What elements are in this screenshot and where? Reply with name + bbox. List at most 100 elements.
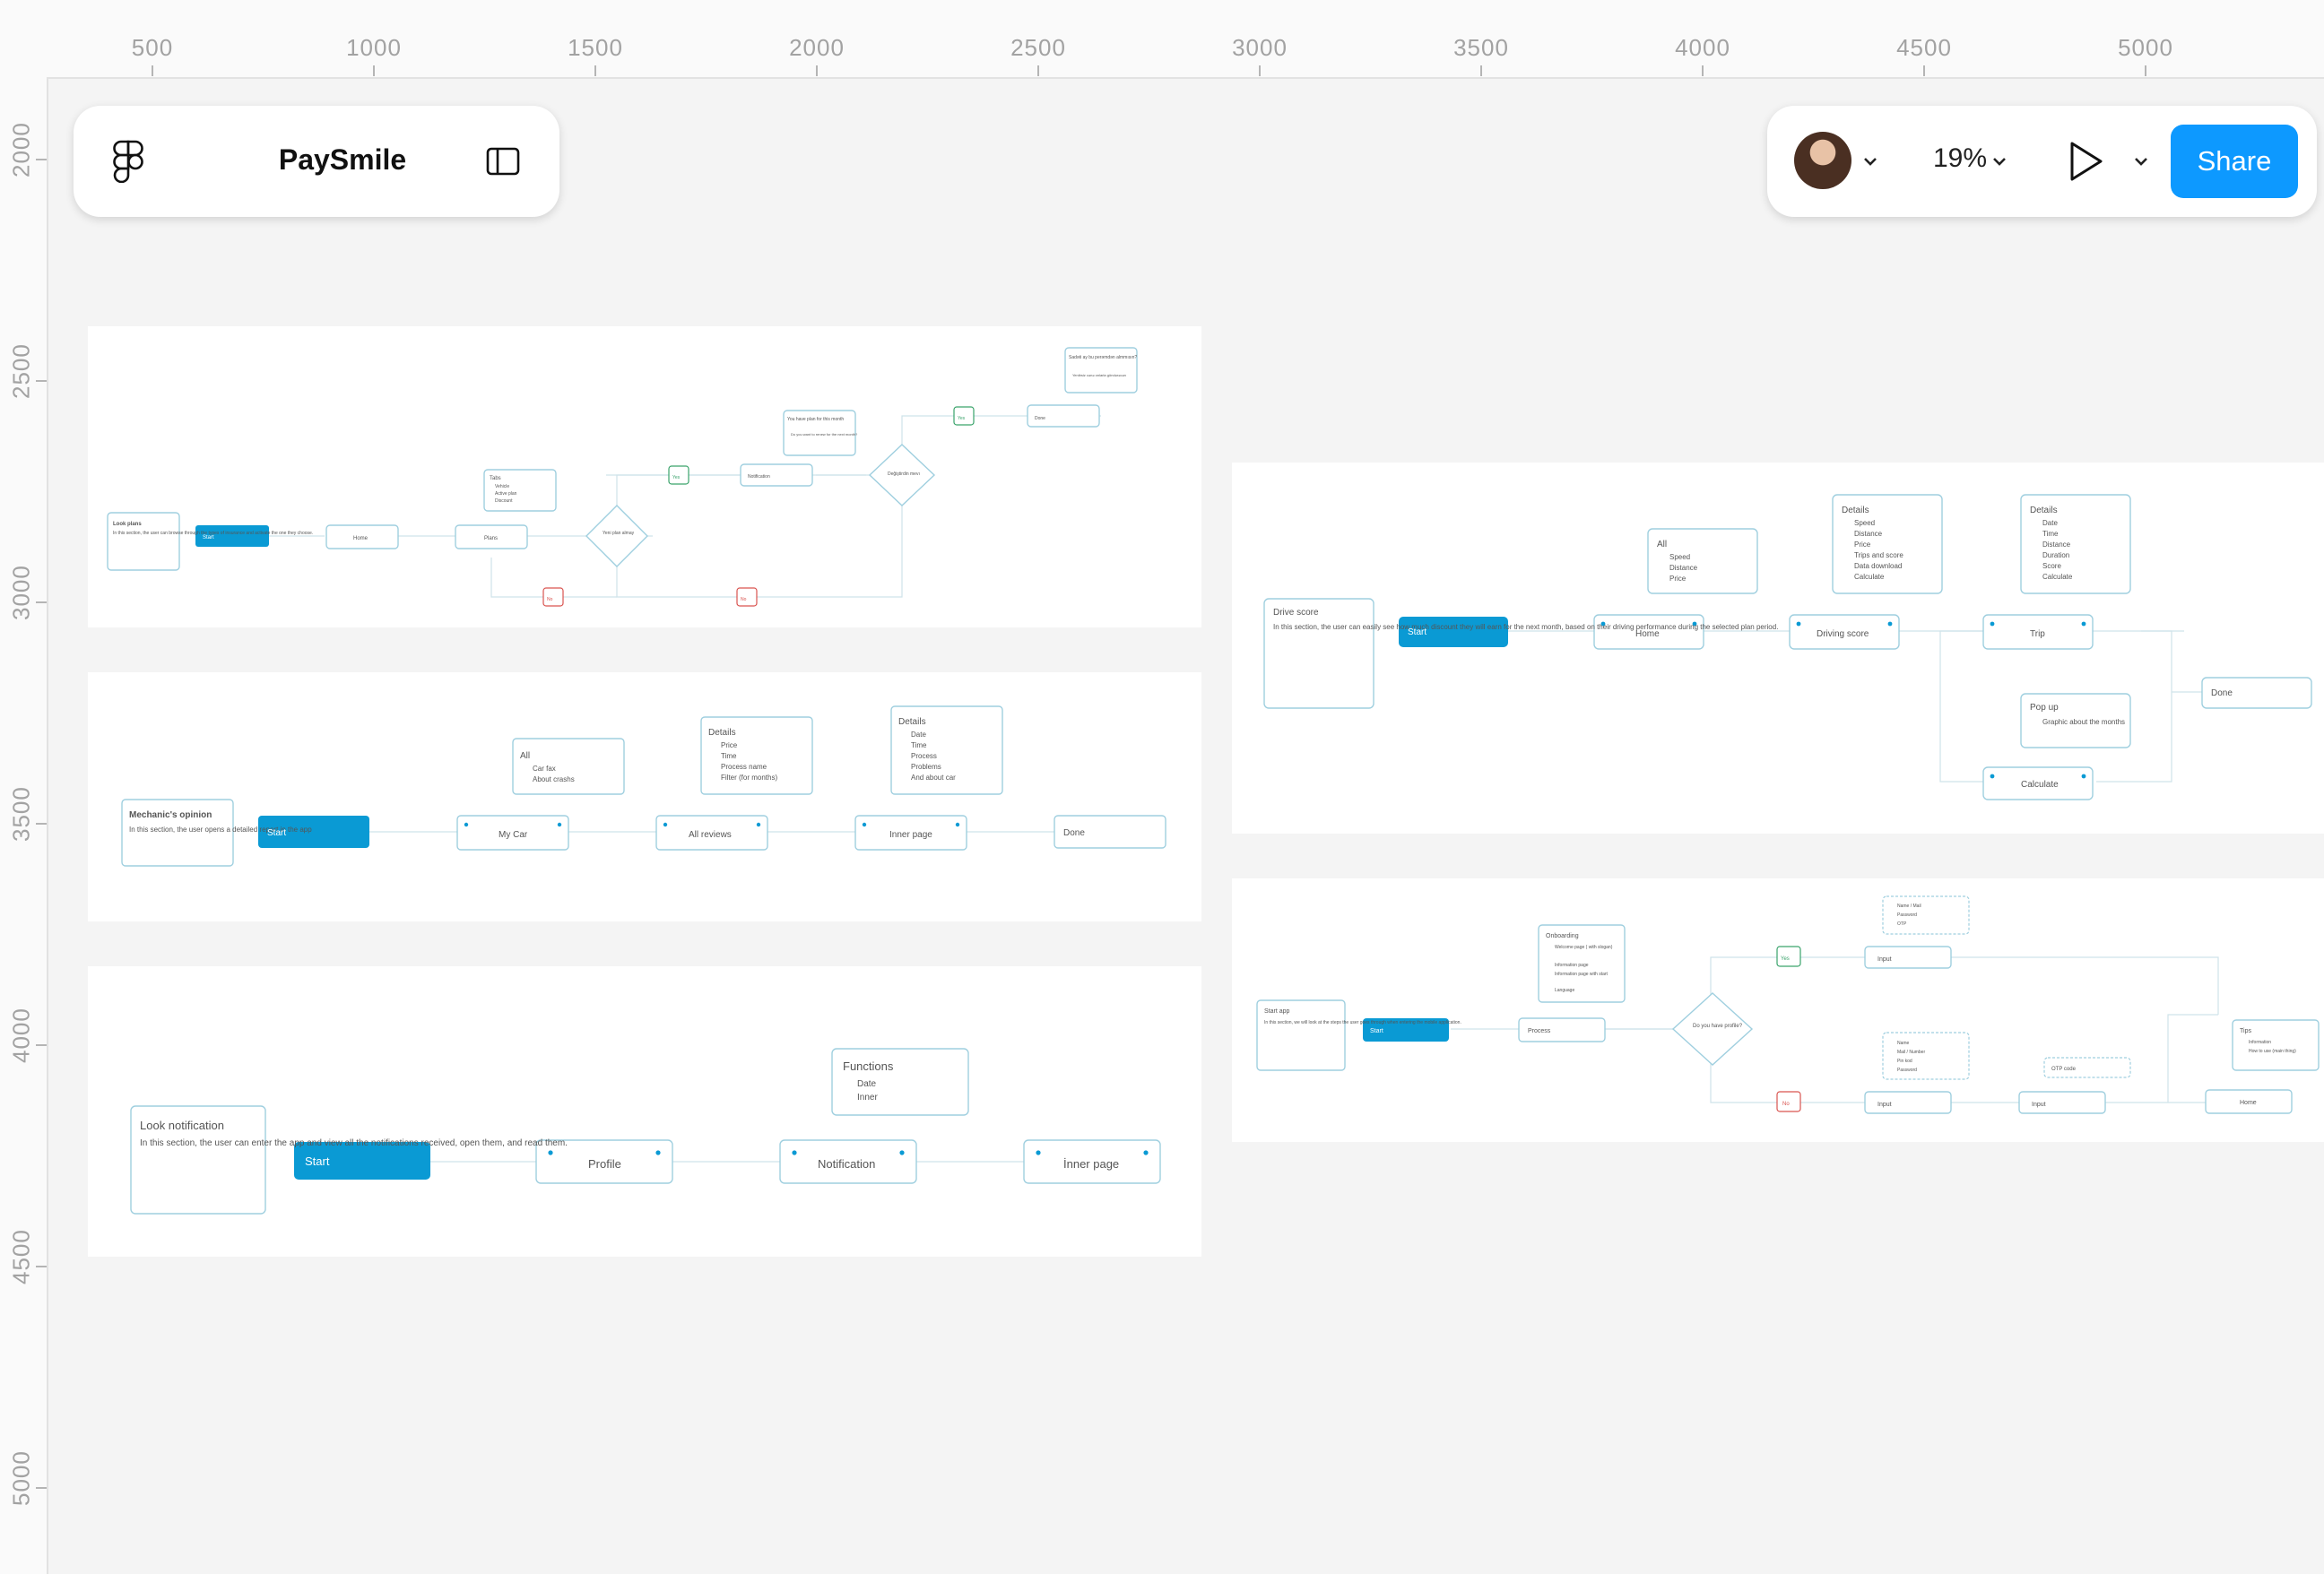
startapp-home[interactable]: Home <box>2240 1100 2257 1106</box>
startapp-input-1[interactable]: Input <box>1877 956 1892 963</box>
drive-home[interactable]: Home <box>1635 629 1660 639</box>
plans-done[interactable]: Done <box>1035 416 1045 421</box>
frame-look-notification[interactable]: Look notification In this section, the u… <box>88 966 1201 1257</box>
startapp-note-title: Start app <box>1264 1008 1290 1015</box>
file-name[interactable]: PaySmile <box>253 143 432 177</box>
plans-yes-1: Yes <box>672 475 681 480</box>
drive-details2-item: Date <box>2042 519 2058 527</box>
zoom-level[interactable]: 19% <box>1933 143 1987 174</box>
mech-all-item: Car fax <box>533 765 556 773</box>
notif-note-text: In this section, the user can enter the … <box>140 1138 568 1148</box>
drive-start[interactable]: Start <box>1408 627 1426 637</box>
drive-done[interactable]: Done <box>2211 688 2233 698</box>
ruler-x-tick: 2500 <box>976 0 1101 76</box>
notif-note-title: Look notification <box>140 1119 224 1132</box>
drive-driving-score[interactable]: Driving score <box>1817 629 1869 639</box>
drive-note-title: Drive score <box>1273 608 1319 618</box>
frame-mechanic-opinion[interactable]: Mechanic's opinion In this section, the … <box>88 672 1201 921</box>
drive-all-item: Price <box>1669 575 1687 583</box>
notif-functions-title: Functions <box>843 1059 894 1073</box>
drive-popup-item: Graphic about the months <box>2042 718 2125 726</box>
share-toolbar: 19% Share <box>1767 106 2317 217</box>
frame-drive-score[interactable]: Drive score In this section, the user ca… <box>1232 463 2324 834</box>
drive-details1-item: Data download <box>1854 562 1902 570</box>
plans-decision-1: Yeni plan almay <box>603 531 635 536</box>
mech-done[interactable]: Done <box>1063 828 1085 838</box>
chevron-down-icon[interactable] <box>2133 156 2149 167</box>
ruler-x-label: 1000 <box>346 34 402 61</box>
plans-tabs-title: Tabs <box>490 476 501 481</box>
plans-notification[interactable]: Notification <box>748 474 770 480</box>
notif-notification[interactable]: Notification <box>818 1157 875 1171</box>
plans-home[interactable]: Home <box>353 536 369 541</box>
mech-note-title: Mechanic's opinion <box>129 810 212 820</box>
frame-start-app[interactable]: Start app In this section, we will look … <box>1232 878 2324 1142</box>
chevron-down-icon[interactable] <box>1862 156 1878 167</box>
startapp-register-item: Pin kod <box>1897 1059 1912 1064</box>
ruler-y-label: 4500 <box>7 1229 35 1284</box>
startapp-tips-item: How to use (main thing) <box>2249 1049 2296 1054</box>
mech-all-reviews[interactable]: All reviews <box>689 830 732 840</box>
drive-calculate[interactable]: Calculate <box>2021 780 2059 790</box>
mech-details1-item: Process name <box>721 763 767 771</box>
ruler-x-tick: 1000 <box>311 0 437 76</box>
startapp-process[interactable]: Process <box>1528 1028 1551 1034</box>
frame-look-plans[interactable]: Look plans In this section, the user can… <box>88 326 1201 627</box>
plans-yes-2: Yes <box>958 416 966 421</box>
plans-decision-2: Değiştirdin mevı <box>888 471 920 477</box>
plans-start[interactable]: Start <box>203 535 214 541</box>
drive-details1-item: Price <box>1854 541 1871 549</box>
mech-my-car[interactable]: My Car <box>499 830 528 840</box>
mech-details2-item: And about car <box>911 774 956 782</box>
notif-start[interactable]: Start <box>305 1155 330 1168</box>
startapp-login-item: Password <box>1897 912 1917 918</box>
plans-note-title: Look plans <box>113 522 142 527</box>
ruler-y-label: 3500 <box>7 786 35 842</box>
startapp-register-item: Password <box>1897 1068 1917 1073</box>
notif-inner-page[interactable]: İnner page <box>1063 1157 1119 1171</box>
chevron-down-icon[interactable] <box>1991 156 2007 167</box>
ruler-y-label: 2000 <box>7 122 35 177</box>
plans-plans[interactable]: Plans <box>484 536 498 541</box>
sidebar-toggle-icon[interactable] <box>486 147 520 176</box>
drive-note-text: In this section, the user can easily see… <box>1273 623 1778 631</box>
mech-details1-item: Filter (for months) <box>721 774 777 782</box>
ruler-y-label: 4000 <box>7 1008 35 1063</box>
drive-trip[interactable]: Trip <box>2030 629 2045 639</box>
startapp-input-3[interactable]: Input <box>2032 1102 2046 1108</box>
startapp-onboarding-title: Onboarding <box>1546 933 1579 939</box>
startapp-note-text: In this section, we will look at the ste… <box>1264 1020 1461 1025</box>
drive-details2-title: Details <box>2030 506 2058 515</box>
startapp-input-2[interactable]: Input <box>1877 1102 1892 1108</box>
ruler-x-tick: 2000 <box>754 0 880 76</box>
drive-all-title: All <box>1657 540 1667 549</box>
startapp-onboarding-item: Language <box>1555 988 1574 993</box>
mech-details1-title: Details <box>708 728 736 738</box>
plans-tab-item: Vehicle <box>495 484 509 489</box>
drive-popup-title: Pop up <box>2030 703 2059 713</box>
mech-details1-item: Time <box>721 752 737 760</box>
drive-details2-item: Score <box>2042 562 2061 570</box>
vertical-ruler: 2000 2500 3000 3500 4000 4500 5000 <box>0 77 48 1574</box>
drive-details2-item: Duration <box>2042 551 2069 559</box>
plans-callout-plan-item: Do you want to renew for the next month? <box>791 432 858 437</box>
ruler-x-label: 4500 <box>1896 34 1952 61</box>
drive-details2-item: Time <box>2042 530 2059 538</box>
ruler-y-label: 3000 <box>7 565 35 620</box>
user-avatar[interactable] <box>1794 132 1851 189</box>
drive-all-item: Speed <box>1669 553 1690 561</box>
startapp-start[interactable]: Start <box>1370 1028 1383 1034</box>
startapp-tips-item: Information <box>2249 1040 2271 1045</box>
plans-callout-plan: You have plan for this month <box>787 417 844 422</box>
ruler-y-label: 2500 <box>7 343 35 399</box>
ruler-x-label: 2500 <box>1010 34 1066 61</box>
mech-details2-item: Process <box>911 752 937 760</box>
plans-no-1: No <box>547 597 553 602</box>
share-button[interactable]: Share <box>2171 125 2298 198</box>
mech-inner-page[interactable]: Inner page <box>889 830 932 840</box>
play-icon[interactable] <box>2067 140 2104 183</box>
drive-details1-title: Details <box>1842 506 1869 515</box>
mech-start[interactable]: Start <box>267 828 286 838</box>
notif-profile[interactable]: Profile <box>588 1157 621 1171</box>
figma-logo-icon[interactable] <box>113 140 143 183</box>
